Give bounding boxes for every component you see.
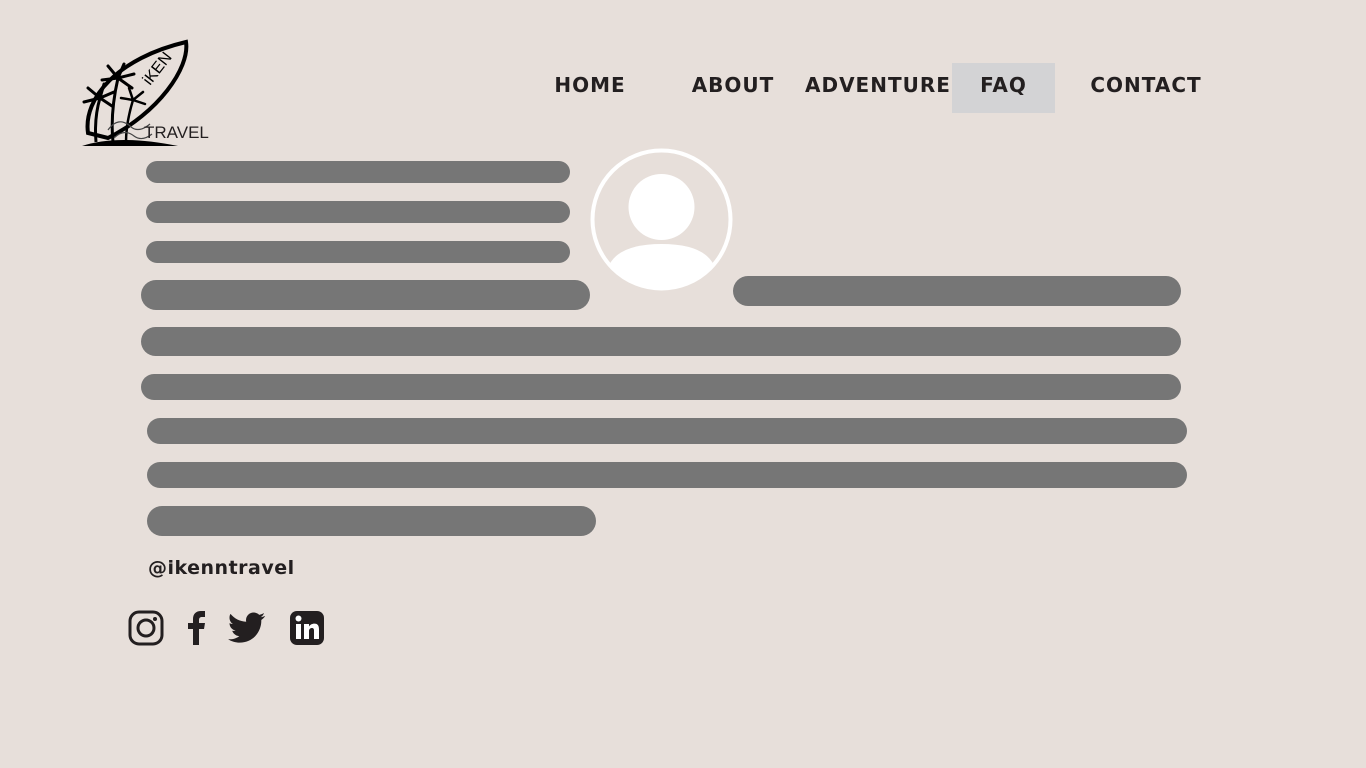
placeholder-text-line: [141, 327, 1181, 356]
placeholder-text-line: [141, 374, 1181, 400]
facebook-link[interactable]: [184, 608, 208, 648]
placeholder-text-line: [146, 161, 570, 183]
surfboard-palm-logo-icon: iKEN TRAVEL: [82, 39, 209, 146]
brand-logo[interactable]: iKEN TRAVEL: [78, 38, 218, 150]
linkedin-link[interactable]: [289, 608, 325, 648]
linkedin-icon: [290, 611, 324, 645]
nav-about[interactable]: ABOUT: [683, 63, 783, 113]
twitter-link[interactable]: [227, 608, 267, 648]
logo-text-bottom: TRAVEL: [144, 123, 209, 142]
nav-faq[interactable]: FAQ: [952, 63, 1055, 113]
placeholder-text-line: [147, 462, 1187, 488]
instagram-icon: [128, 610, 164, 646]
user-avatar: [590, 148, 733, 291]
instagram-link[interactable]: [128, 608, 164, 648]
placeholder-text-line: [733, 276, 1181, 306]
nav-adventure[interactable]: ADVENTURE: [805, 63, 950, 113]
nav-contact[interactable]: CONTACT: [1085, 63, 1207, 113]
placeholder-text-line: [147, 418, 1187, 444]
user-avatar-icon: [590, 148, 733, 291]
social-handle: @ikenntravel: [148, 557, 295, 579]
placeholder-text-line: [146, 201, 570, 223]
placeholder-text-line: [141, 280, 590, 310]
placeholder-text-line: [146, 241, 570, 263]
twitter-icon: [228, 612, 266, 643]
facebook-icon: [188, 611, 205, 645]
nav-home[interactable]: HOME: [540, 63, 640, 113]
placeholder-text-line: [147, 506, 596, 536]
